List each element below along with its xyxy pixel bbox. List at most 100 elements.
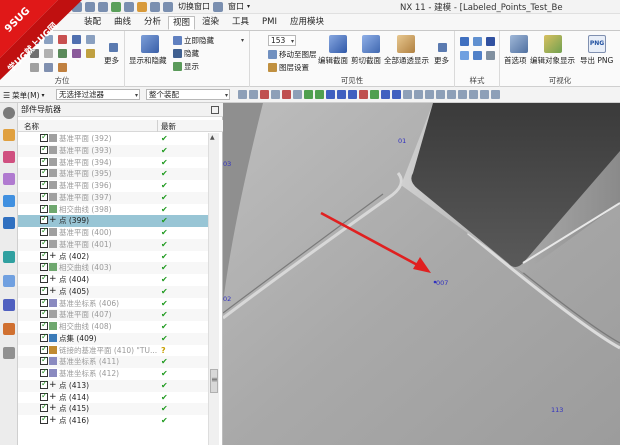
visibility-checkbox[interactable] [40,261,48,272]
history-icon[interactable] [3,251,15,263]
immediate-hide-button[interactable]: 立即隐藏 [173,35,214,46]
back-view-icon[interactable] [44,63,53,72]
window-menu-icon[interactable] [213,1,223,12]
rotate-icon[interactable] [72,49,81,58]
process-studio-icon[interactable] [3,347,15,359]
visibility-checkbox[interactable] [40,308,48,319]
switch-window-icon[interactable] [163,1,173,12]
point-label[interactable]: 02 [223,295,231,303]
tab-render[interactable]: 渲染 [198,16,223,30]
assembly-navigator-icon[interactable] [3,129,15,141]
hide-icon[interactable] [469,90,478,99]
show-hide-icon[interactable] [141,35,159,53]
snap-point-icon[interactable] [370,90,379,99]
point-label[interactable]: 01 [398,137,406,145]
more-icon[interactable] [109,43,118,52]
hidden-edges-icon[interactable] [460,51,469,60]
column-name[interactable]: 名称 [24,121,39,132]
visibility-checkbox[interactable] [40,214,48,225]
snap-face-icon[interactable] [414,90,423,99]
system-materials-icon[interactable] [3,323,15,335]
left-view-icon[interactable] [86,49,95,58]
preferences-icon[interactable] [510,35,528,53]
scrollbar-thumb[interactable] [210,369,218,393]
visibility-checkbox[interactable] [40,379,48,389]
tab-curve[interactable]: 曲线 [110,16,135,30]
tab-assembly[interactable]: 装配 [80,16,105,30]
copy-icon[interactable] [124,1,134,12]
point-label[interactable]: 03 [223,160,231,168]
show-all-views-button[interactable]: 全部通透显示 [384,55,429,66]
visibility-checkbox[interactable] [40,132,48,142]
reuse-library-icon[interactable] [3,195,15,207]
redo-icon[interactable] [98,1,108,12]
show-button[interactable]: 显示 [173,61,199,72]
edit-section-button[interactable]: 编辑截面 [318,55,348,66]
visibility-checkbox[interactable] [40,144,48,154]
tab-tools[interactable]: 工具 [228,16,253,30]
visibility-checkbox[interactable] [40,414,48,424]
pan-icon[interactable] [58,49,67,58]
visibility-checkbox[interactable] [40,179,48,189]
more-icon[interactable] [438,43,447,52]
constraint-navigator-icon[interactable] [3,151,15,163]
cut-icon[interactable] [111,1,121,12]
png-icon[interactable]: PNG [588,35,606,53]
front-view-icon[interactable] [44,35,53,44]
edit-object-display-button[interactable]: 编辑对象显示 [530,55,575,66]
view-triad-icon[interactable] [436,90,445,99]
lasso-icon[interactable] [271,90,280,99]
show-icon[interactable] [458,90,467,99]
column-divider[interactable] [157,120,158,132]
move-to-layer-button[interactable]: 移动至图层 [268,49,317,60]
select-icon[interactable] [238,90,247,99]
clip-section-button[interactable]: 剪切截面 [351,55,381,66]
visibility-checkbox[interactable] [40,156,48,166]
selection-scope-select[interactable]: 整个装配 ▾ [146,89,230,100]
undo-icon[interactable] [85,1,95,12]
snap-tangent-icon[interactable] [392,90,401,99]
show-hide-dropdown[interactable]: ▾ [227,35,245,46]
preferences-button[interactable]: 首选项 [504,55,527,66]
face-analysis-icon[interactable] [486,51,495,60]
edit-section-icon[interactable] [329,35,347,53]
iso-view-icon[interactable] [72,35,81,44]
visibility-checkbox[interactable] [40,297,48,307]
switch-window-button[interactable]: 切换窗口 [178,1,210,12]
visibility-checkbox[interactable] [40,402,48,413]
snap-endpoint-icon[interactable] [282,90,291,99]
roles-icon[interactable] [3,299,15,311]
table-row[interactable]: +点 (416) ✔ [18,414,208,427]
navigator-scrollbar[interactable]: ▲ [208,133,219,445]
visibility-checkbox[interactable] [40,355,48,366]
tab-view[interactable]: 视图 [168,16,196,30]
partial-shaded-icon[interactable] [473,51,482,60]
right-view-icon[interactable] [86,35,95,44]
menu-button[interactable]: ☰ 菜单(M) ▾ [3,90,45,101]
tab-analysis[interactable]: 分析 [140,16,165,30]
wireframe-icon[interactable] [473,37,482,46]
snap-center-icon[interactable] [359,90,368,99]
fit-icon[interactable] [30,49,39,58]
visibility-checkbox[interactable] [40,285,48,295]
paste-icon[interactable] [137,1,147,12]
shaded-icon[interactable] [460,37,469,46]
snap-line-icon[interactable] [315,90,324,99]
zoom-icon[interactable] [44,49,53,58]
model-view[interactable]: 01 03 02 007 113 [223,103,620,445]
gear-icon[interactable] [3,107,15,119]
repeat-icon[interactable] [150,1,160,12]
show-all-views-icon[interactable] [397,35,415,53]
snap-intersect-icon[interactable] [348,90,357,99]
snap-curve-icon[interactable] [304,90,313,99]
point-label[interactable]: 113 [551,406,563,414]
visibility-checkbox[interactable] [40,203,48,213]
visibility-checkbox[interactable] [40,367,48,377]
web-browser-icon[interactable] [3,217,15,229]
clip-section-icon[interactable] [362,35,380,53]
clock-icon[interactable] [3,275,15,287]
export-png-button[interactable]: 导出 PNG [580,55,613,66]
snap-spline-icon[interactable] [337,90,346,99]
save-icon[interactable] [72,1,82,12]
visibility-checkbox[interactable] [40,250,48,260]
